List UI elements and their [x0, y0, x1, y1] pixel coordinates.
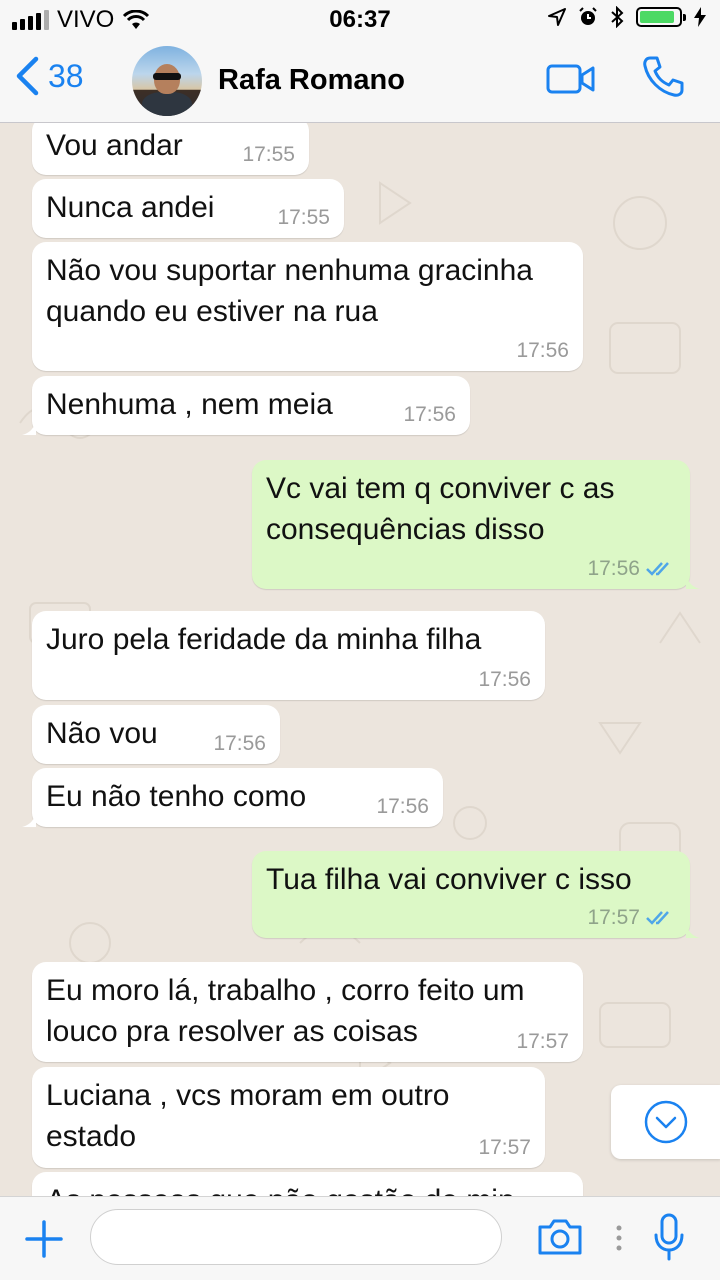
message-time: 17:56 [403, 403, 456, 426]
message-time: 17:55 [277, 206, 330, 229]
message-text: Nunca andei [46, 191, 215, 224]
chat-header: 38 Rafa Romano [0, 40, 720, 123]
message-outgoing[interactable]: Tua filha vai conviver c isso 17:57 [252, 851, 700, 938]
bluetooth-icon [611, 6, 624, 28]
contact-name[interactable]: Rafa Romano [218, 64, 405, 97]
message-text: Eu moro lá, trabalho , corro feito um lo… [46, 974, 525, 1048]
message-time: 17:57 [587, 906, 640, 929]
message-incoming[interactable]: Vou andar 17:55 [32, 123, 309, 175]
message-incoming[interactable]: Luciana , vcs moram em outro estado 17:5… [32, 1067, 545, 1168]
scroll-down-icon [644, 1100, 688, 1144]
location-icon [548, 8, 566, 26]
message-incoming[interactable]: Juro pela feridade da minha filha 17:56 [32, 611, 545, 700]
message-time: 17:56 [516, 339, 569, 362]
chat-area[interactable]: Vou andar 17:55 Nunca andei 17:55 Não vo… [0, 123, 720, 1196]
chevron-left-icon [16, 56, 39, 96]
message-incoming[interactable]: Eu moro lá, trabalho , corro feito um lo… [32, 962, 583, 1062]
message-time: 17:55 [242, 143, 295, 166]
microphone-icon[interactable] [652, 1213, 686, 1261]
read-ticks-icon [646, 911, 669, 925]
charging-icon [694, 7, 706, 27]
scroll-to-bottom-button[interactable] [611, 1085, 720, 1159]
back-button[interactable]: 38 [14, 56, 84, 96]
bubble-tail [686, 571, 700, 589]
message-incoming[interactable]: Não vou suportar nenhuma gracinha quando… [32, 242, 583, 371]
plus-icon[interactable] [24, 1219, 64, 1259]
message-text: Luciana , vcs moram em outro estado [46, 1079, 450, 1153]
message-time: 17:56 [587, 557, 640, 580]
unread-count: 38 [48, 57, 84, 94]
message-text: As pessoas que não gostão de min [46, 1184, 515, 1196]
message-incoming[interactable]: Não vou 17:56 [32, 705, 280, 764]
message-text: Vc vai tem q conviver c as consequências… [266, 472, 615, 546]
read-ticks-icon [646, 562, 669, 576]
more-dots-icon [616, 1225, 622, 1251]
message-time: 17:57 [478, 1136, 531, 1159]
message-outgoing[interactable]: Vc vai tem q conviver c as consequências… [252, 460, 700, 589]
message-time: 17:56 [213, 732, 266, 755]
message-incoming[interactable]: Nenhuma , nem meia 17:56 [22, 376, 470, 435]
message-text: Vou andar [46, 129, 183, 162]
bubble-tail [22, 809, 36, 827]
message-incoming[interactable]: Eu não tenho como 17:56 [22, 768, 443, 827]
camera-icon[interactable] [536, 1217, 584, 1257]
message-text: Não vou suportar nenhuma gracinha quando… [46, 254, 533, 328]
message-text: Eu não tenho como [46, 780, 307, 813]
phone-icon[interactable] [640, 54, 686, 100]
video-call-icon[interactable] [546, 64, 596, 94]
message-text: Nenhuma , nem meia [46, 388, 333, 421]
bubble-tail [22, 417, 36, 435]
bubble-tail [686, 920, 700, 938]
battery-icon [636, 7, 686, 27]
message-input[interactable] [90, 1209, 502, 1265]
message-text: Tua filha vai conviver c isso [266, 863, 632, 896]
message-time: 17:56 [376, 795, 429, 818]
message-incoming[interactable]: As pessoas que não gostão de min [32, 1172, 583, 1196]
composer-bar [0, 1196, 720, 1280]
message-incoming[interactable]: Nunca andei 17:55 [32, 179, 344, 238]
alarm-icon [579, 7, 597, 25]
avatar[interactable] [132, 46, 202, 116]
message-time: 17:56 [478, 668, 531, 691]
message-text: Não vou [46, 717, 158, 750]
message-time: 17:57 [516, 1030, 569, 1053]
status-bar: VIVO 06:37 [0, 0, 720, 40]
message-text: Juro pela feridade da minha filha [46, 623, 482, 656]
